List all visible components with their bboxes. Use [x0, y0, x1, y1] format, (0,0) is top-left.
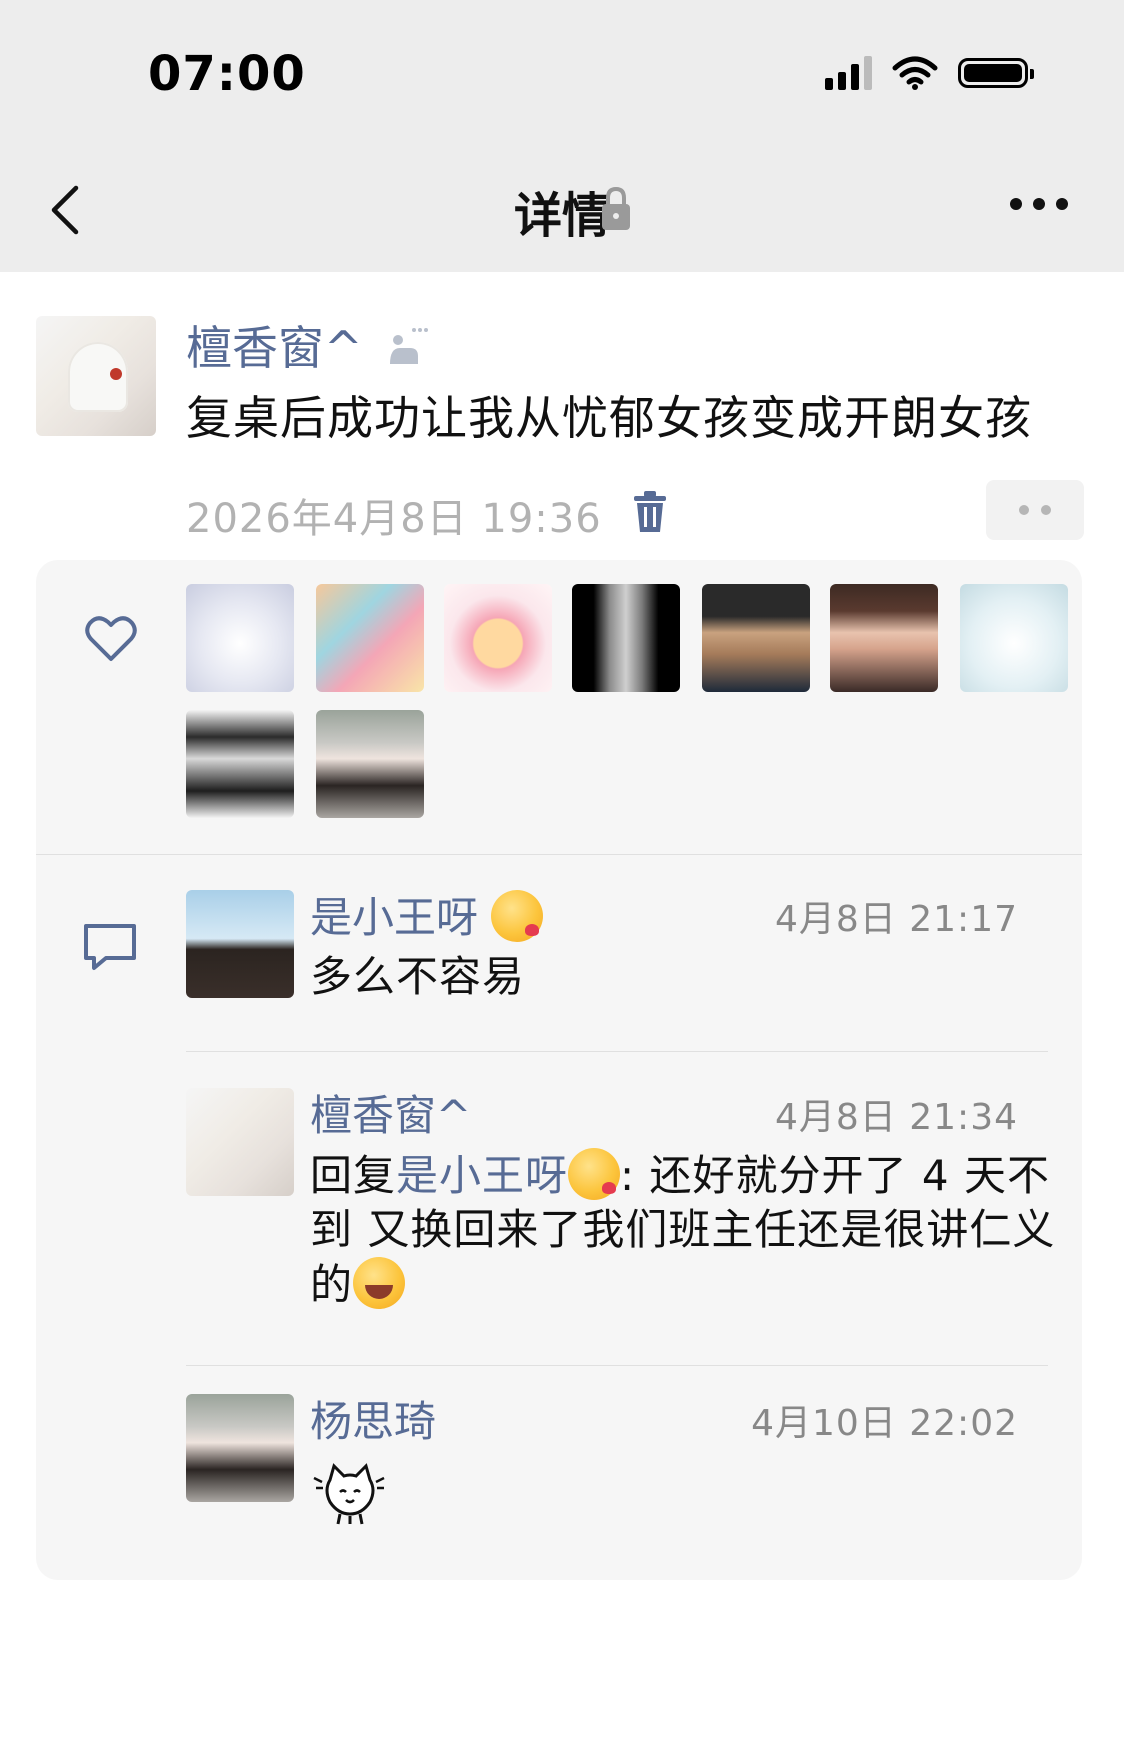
commenter-avatar[interactable]	[186, 890, 294, 998]
comment-text: 多么不容易	[310, 952, 526, 1001]
like-avatar[interactable]	[960, 584, 1068, 692]
reply-target-name[interactable]: 是小王呀	[396, 1151, 568, 1200]
like-avatar[interactable]	[316, 584, 424, 692]
commenter-avatar[interactable]	[186, 1394, 294, 1502]
post-content: 复桌后成功让我从忧郁女孩变成开朗女孩	[186, 391, 1032, 445]
comment-timestamp: 4月8日 21:17	[775, 899, 1018, 940]
cellular-signal-icon	[825, 56, 872, 90]
wifi-icon	[892, 56, 938, 90]
commenter-name[interactable]: 檀香窗^	[310, 1082, 471, 1143]
comment-item[interactable]: 檀香窗^ 4月8日 21:34 回复是小王呀: 还好就分开了 4 天不到 又换回…	[186, 1088, 1054, 1328]
status-badge-icon	[390, 328, 428, 364]
commenter-avatar[interactable]	[186, 1088, 294, 1196]
comment-divider	[186, 1051, 1048, 1052]
interactions-panel: 是小王呀 4月8日 21:17 多么不容易 檀香窗^ 4月8日 21:34 回复…	[36, 560, 1082, 1580]
like-avatar[interactable]	[186, 584, 294, 692]
post-timestamp: 2026年4月8日 19:36	[186, 496, 602, 542]
author-name[interactable]: 檀香窗^	[186, 312, 363, 378]
like-avatar[interactable]	[830, 584, 938, 692]
lock-icon	[602, 186, 630, 230]
likes-section	[36, 560, 1082, 854]
comment-item[interactable]: 杨思琦 4月10日 22:02	[186, 1394, 1046, 1544]
comment-icon	[84, 924, 136, 970]
status-time: 07:00	[148, 46, 306, 102]
page-title: 详情	[513, 188, 610, 244]
heart-icon	[85, 616, 137, 661]
nav-bar: 详情	[0, 150, 1124, 272]
trash-icon[interactable]	[630, 490, 670, 534]
comment-text: 回复是小王呀: 还好就分开了 4 天不到 又换回来了我们班主任还是很讲仁义的	[310, 1148, 1070, 1312]
post-actions-button[interactable]	[986, 480, 1084, 540]
section-divider	[36, 854, 1082, 855]
comment-timestamp: 4月8日 21:34	[775, 1097, 1018, 1138]
kissing-face-emoji-icon	[491, 890, 544, 942]
comment-item[interactable]: 是小王呀 4月8日 21:17 多么不容易	[186, 890, 1046, 1030]
cat-sticker-icon	[313, 1463, 385, 1525]
like-avatar[interactable]	[444, 584, 552, 692]
like-avatar[interactable]	[316, 710, 424, 818]
comment-timestamp: 4月10日 22:02	[751, 1403, 1018, 1444]
battery-icon	[958, 58, 1034, 88]
author-avatar[interactable]	[36, 316, 156, 436]
like-avatar[interactable]	[572, 584, 680, 692]
status-icons	[825, 56, 1034, 90]
status-bar: 07:00	[0, 0, 1124, 150]
more-dots-icon[interactable]	[1010, 198, 1068, 210]
commenter-name[interactable]: 是小王呀	[310, 884, 544, 945]
reply-prefix: 回复	[310, 1151, 397, 1200]
comment-divider	[186, 1365, 1048, 1366]
commenter-name[interactable]: 杨思琦	[310, 1388, 436, 1449]
like-avatar[interactable]	[702, 584, 810, 692]
kissing-face-emoji-icon	[568, 1148, 621, 1200]
laughing-crying-emoji-icon	[353, 1257, 406, 1309]
like-avatar[interactable]	[186, 710, 294, 818]
